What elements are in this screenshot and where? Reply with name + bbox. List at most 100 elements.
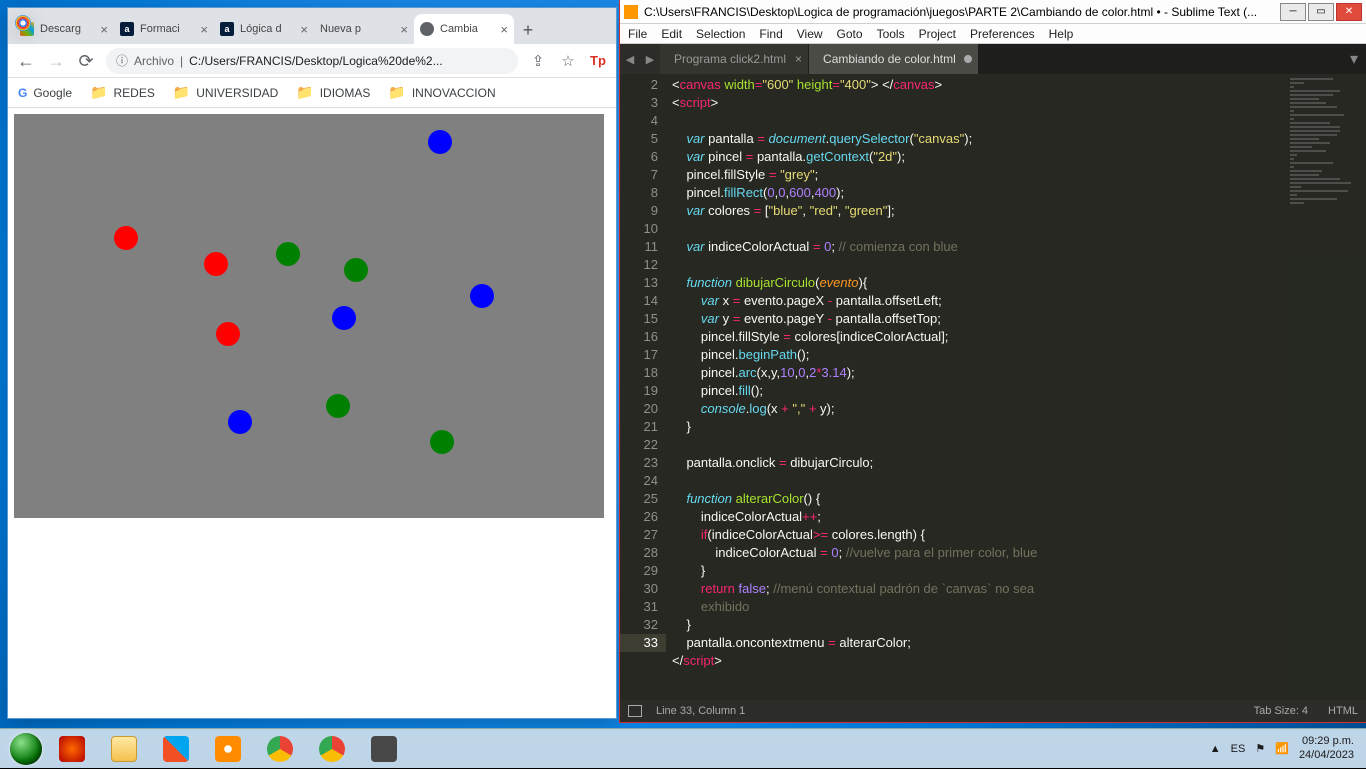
- taskbar-item-explorer[interactable]: [100, 732, 148, 766]
- window-title: C:\Users\FRANCIS\Desktop\Logica de progr…: [644, 5, 1274, 19]
- tray-flag-icon[interactable]: ⚑: [1255, 742, 1265, 755]
- chrome-tab[interactable]: aLógica d×: [214, 14, 314, 44]
- page-viewport: [8, 108, 616, 718]
- minimap-content: [1290, 78, 1362, 206]
- tray-language[interactable]: ES: [1231, 743, 1246, 755]
- sublime-icon: [371, 736, 397, 762]
- chrome-icon: [319, 736, 345, 762]
- chrome-tab[interactable]: aFormaci×: [114, 14, 214, 44]
- status-cursor[interactable]: Line 33, Column 1: [656, 705, 745, 717]
- mediaplayer-icon: [215, 736, 241, 762]
- taskbar-item-chrome[interactable]: [256, 732, 304, 766]
- tray-expand-icon[interactable]: ▲: [1210, 743, 1221, 755]
- close-button[interactable]: ✕: [1336, 3, 1362, 21]
- folder-icon: 📁: [388, 84, 405, 101]
- bookmark-folder[interactable]: 📁 UNIVERSIDAD: [173, 84, 278, 101]
- folder-icon: 📁: [296, 84, 313, 101]
- tab-scroll-right[interactable]: ▶: [640, 44, 660, 74]
- back-button[interactable]: ←: [16, 51, 36, 71]
- drawn-circle: [326, 394, 350, 418]
- status-bar: Line 33, Column 1 Tab Size: 4 HTML: [620, 700, 1366, 722]
- bookmark-label: UNIVERSIDAD: [196, 86, 278, 100]
- folder-icon: 📁: [173, 84, 190, 101]
- code-area[interactable]: <canvas width="600" height="400"> </canv…: [666, 74, 1366, 700]
- taskbar-item-sublime[interactable]: [360, 732, 408, 766]
- close-icon[interactable]: ×: [500, 22, 508, 37]
- drawn-circle: [470, 284, 494, 308]
- tab-label: Cambia: [440, 23, 478, 35]
- tray-network-icon[interactable]: 📶: [1275, 742, 1289, 755]
- tab-scroll-left[interactable]: ◀: [620, 44, 640, 74]
- bookmark-folder[interactable]: 📁REDES: [90, 84, 155, 101]
- bookmark-label: IDIOMAS: [320, 86, 371, 100]
- star-icon[interactable]: ☆: [558, 51, 578, 71]
- tray-clock[interactable]: 09:29 p.m. 24/04/2023: [1299, 735, 1354, 761]
- bookmark-google[interactable]: GGoogle: [18, 86, 72, 100]
- editor-tab-active[interactable]: Cambiando de color.html: [809, 44, 979, 74]
- start-button[interactable]: [6, 729, 46, 769]
- minimize-button[interactable]: ─: [1280, 3, 1306, 21]
- drawn-circle: [428, 130, 452, 154]
- menu-tools[interactable]: Tools: [877, 27, 905, 41]
- drawn-circle: [332, 306, 356, 330]
- bookmarks-bar: GGoogle 📁REDES 📁 UNIVERSIDAD 📁 IDIOMAS 📁 IN…: [8, 78, 616, 108]
- console-icon[interactable]: [628, 705, 642, 717]
- dirty-indicator-icon: [964, 55, 972, 63]
- bookmark-folder[interactable]: 📁 INNOVACCION: [388, 84, 495, 101]
- menu-selection[interactable]: Selection: [696, 27, 745, 41]
- favicon-file: [420, 22, 434, 36]
- reload-button[interactable]: ⟳: [76, 51, 96, 71]
- menu-find[interactable]: Find: [759, 27, 782, 41]
- status-tabsize[interactable]: Tab Size: 4: [1254, 705, 1308, 717]
- app-icon: [59, 736, 85, 762]
- canvas-element[interactable]: [14, 114, 604, 518]
- taskbar-item[interactable]: [152, 732, 200, 766]
- folder-icon: 📁: [90, 84, 107, 101]
- info-icon: ⓘ: [116, 52, 128, 69]
- tab-menu-button[interactable]: ▾: [1342, 44, 1366, 74]
- drawn-circle: [216, 322, 240, 346]
- system-tray: ▲ ES ⚑ 📶 09:29 p.m. 24/04/2023: [1210, 735, 1360, 761]
- taskbar-item[interactable]: [48, 732, 96, 766]
- title-bar[interactable]: C:\Users\FRANCIS\Desktop\Logica de progr…: [620, 0, 1366, 24]
- line-gutter[interactable]: 2345678910111213141516171819202122232425…: [620, 74, 666, 700]
- forward-button: →: [46, 51, 66, 71]
- close-icon[interactable]: ×: [200, 22, 208, 37]
- bookmark-folder[interactable]: 📁 IDIOMAS: [296, 84, 370, 101]
- drawn-circle: [114, 226, 138, 250]
- status-language[interactable]: HTML: [1328, 705, 1358, 717]
- menu-view[interactable]: View: [797, 27, 823, 41]
- taskbar-item-chrome-profile[interactable]: [308, 732, 356, 766]
- favicon-alura: a: [120, 22, 134, 36]
- close-icon[interactable]: ×: [300, 22, 308, 37]
- address-bar[interactable]: ⓘ Archivo | C:/Users/FRANCIS/Desktop/Log…: [106, 48, 518, 74]
- menu-preferences[interactable]: Preferences: [970, 27, 1035, 41]
- close-icon[interactable]: ×: [795, 52, 802, 66]
- drawn-circle: [344, 258, 368, 282]
- tab-label: Nueva p: [320, 23, 361, 35]
- tray-time: 09:29 p.m.: [1299, 735, 1354, 748]
- menu-goto[interactable]: Goto: [837, 27, 863, 41]
- share-icon[interactable]: ⇪: [528, 51, 548, 71]
- sublime-icon: [624, 5, 638, 19]
- close-icon[interactable]: ×: [100, 22, 108, 37]
- editor-tabstrip: ◀▶ Programa click2.html× Cambiando de co…: [620, 44, 1366, 74]
- minimap[interactable]: [1286, 74, 1366, 700]
- new-tab-button[interactable]: +: [514, 16, 542, 44]
- chrome-icon: [267, 736, 293, 762]
- menu-project[interactable]: Project: [919, 27, 956, 41]
- url-text: C:/Users/FRANCIS/Desktop/Logica%20de%2..…: [189, 54, 442, 68]
- taskbar: ▲ ES ⚑ 📶 09:29 p.m. 24/04/2023: [0, 728, 1366, 768]
- chrome-tab[interactable]: Nueva p ×: [314, 14, 414, 44]
- close-icon[interactable]: ×: [400, 22, 408, 37]
- chrome-tab-active[interactable]: Cambia ×: [414, 14, 514, 44]
- maximize-button[interactable]: ▭: [1308, 3, 1334, 21]
- taskbar-item-mediaplayer[interactable]: [204, 732, 252, 766]
- chrome-toolbar: ← → ⟳ ⓘ Archivo | C:/Users/FRANCIS/Deskt…: [8, 44, 616, 78]
- extension-icon[interactable]: Tp: [588, 51, 608, 71]
- bookmark-label: INNOVACCION: [412, 86, 496, 100]
- editor-tab[interactable]: Programa click2.html×: [660, 44, 809, 74]
- menu-help[interactable]: Help: [1049, 27, 1074, 41]
- menu-file[interactable]: File: [628, 27, 647, 41]
- menu-edit[interactable]: Edit: [661, 27, 682, 41]
